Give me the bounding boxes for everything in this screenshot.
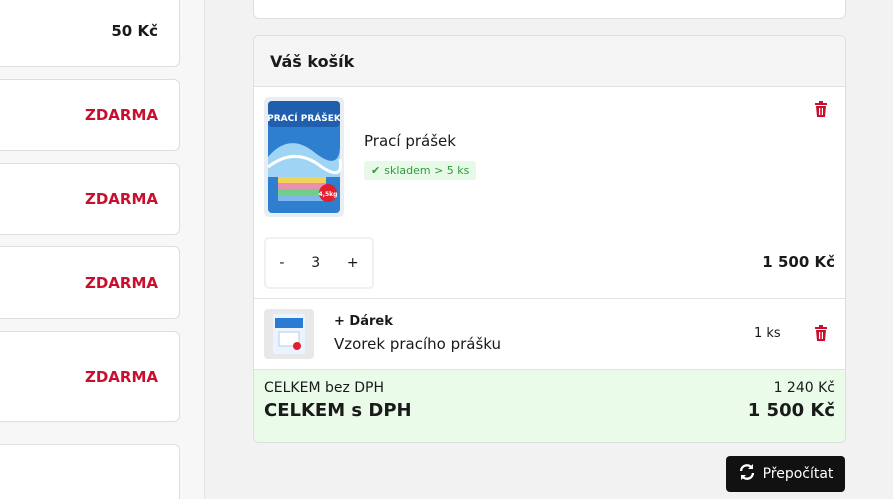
gift-label: + Dárek [334,314,393,329]
shipping-options-column: 50 Kč ZDARMA ZDARMA ZDARMA ZDARMA [0,0,205,499]
gift-image [264,309,314,359]
shipping-price: 50 Kč [111,22,158,40]
total-with-vat-value: 1 500 Kč [747,400,835,421]
recalculate-label: Přepočítat [762,466,834,482]
shipping-option-6[interactable] [0,444,180,499]
gift-quantity: 1 ks [754,326,781,341]
shipping-option-1[interactable]: 50 Kč [0,0,180,67]
shipping-option-2[interactable]: ZDARMA [0,79,180,151]
total-without-vat-label: CELKEM bez DPH [264,380,385,396]
check-icon: ✔ [371,164,381,177]
refresh-icon [738,463,756,485]
cart-panel: Váš košík PRACÍ PRÁŠEK 4,5kg Prací práše… [253,35,846,443]
product-image[interactable]: PRACÍ PRÁŠEK 4,5kg [264,97,344,217]
previous-section-card [253,0,846,19]
stock-badge: ✔ skladem > 5 ks [364,161,477,180]
package-label: PRACÍ PRÁŠEK [267,112,342,124]
stock-text: skladem > 5 ks [384,164,470,177]
shipping-option-3[interactable]: ZDARMA [0,163,180,235]
quantity-value[interactable]: 3 [311,255,320,271]
product-name[interactable]: Prací prášek [364,132,456,150]
item-price: 1 500 Kč [762,253,835,271]
shipping-option-5[interactable]: ZDARMA [0,331,180,422]
shipping-option-4[interactable]: ZDARMA [0,246,180,319]
total-without-vat-value: 1 240 Kč [773,380,835,396]
shipping-price: ZDARMA [84,273,158,292]
cart-item: PRACÍ PRÁŠEK 4,5kg Prací prášek ✔ sklade… [254,87,845,299]
gift-name: Vzorek pracího prášku [334,335,502,353]
shipping-price: ZDARMA [84,106,158,124]
trash-icon[interactable] [813,324,829,342]
decrease-button[interactable]: - [279,255,284,271]
increase-button[interactable]: + [347,255,359,271]
shipping-price: ZDARMA [84,367,158,386]
shipping-price: ZDARMA [84,190,158,208]
trash-icon[interactable] [813,100,829,118]
cart-title: Váš košík [254,36,845,87]
gift-item: + Dárek Vzorek pracího prášku 1 ks [254,299,845,370]
cart-totals: CELKEM bez DPH 1 240 Kč CELKEM s DPH 1 5… [254,370,845,442]
weight-badge: 4,5kg [319,191,338,198]
quantity-stepper: - 3 + [264,237,374,289]
total-with-vat-label: CELKEM s DPH [264,400,412,421]
recalculate-button[interactable]: Přepočítat [726,456,845,492]
